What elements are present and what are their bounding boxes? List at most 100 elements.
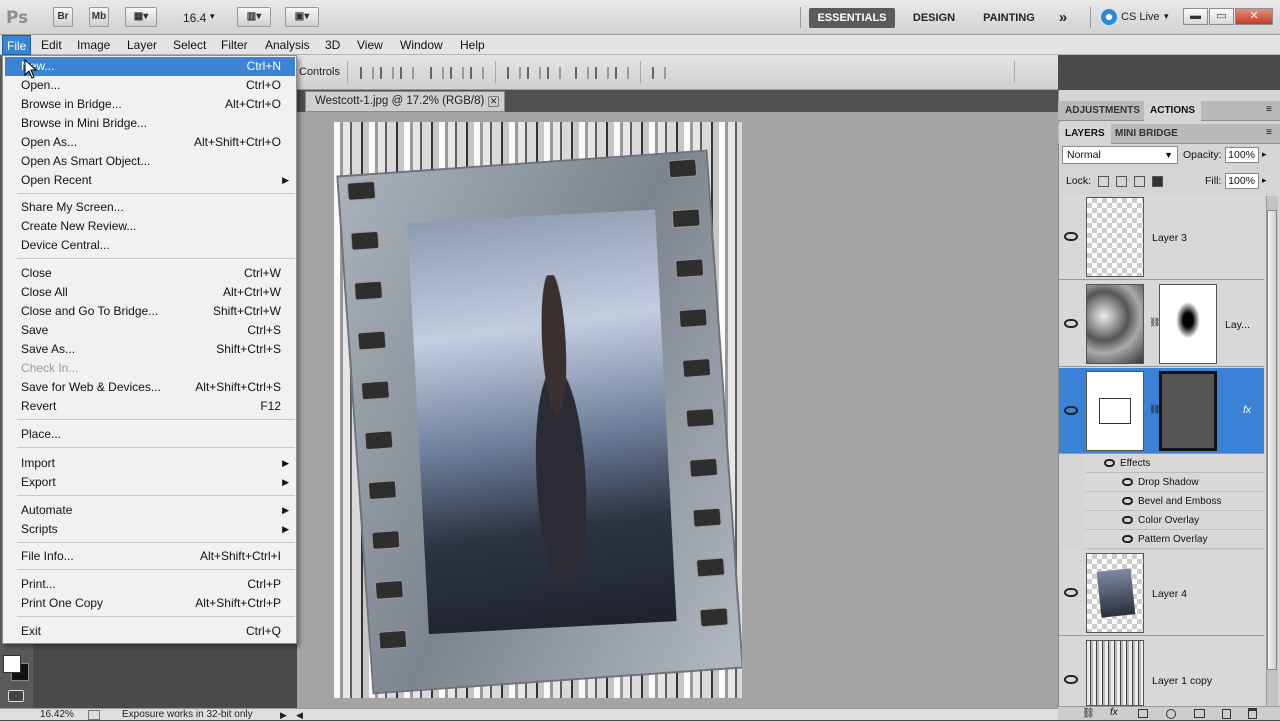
- distribute-right-icon[interactable]: [615, 67, 629, 79]
- eye-icon[interactable]: [1122, 535, 1133, 543]
- fill-arrow-icon[interactable]: ▸: [1262, 175, 1267, 186]
- menu-edit[interactable]: Edit: [37, 35, 66, 55]
- effect-row[interactable]: Color Overlay: [1086, 511, 1264, 530]
- blend-mode-select[interactable]: Normal ▼: [1062, 146, 1178, 164]
- align-top-icon[interactable]: [360, 67, 374, 79]
- foreground-color-swatch[interactable]: [3, 655, 21, 673]
- zoom-level-dropdown[interactable]: 16.4: [183, 11, 206, 25]
- menu-help[interactable]: Help: [456, 35, 489, 55]
- panel-menu-icon[interactable]: ≡: [1266, 127, 1272, 138]
- new-group-icon[interactable]: [1194, 709, 1205, 718]
- status-menu-arrow-icon[interactable]: ▶: [280, 709, 287, 721]
- link-layers-icon[interactable]: ⛓: [1082, 708, 1095, 719]
- align-right-icon[interactable]: [470, 67, 484, 79]
- menu-item-exit[interactable]: Exit Ctrl+Q: [5, 622, 295, 641]
- menu-layer[interactable]: Layer: [123, 35, 161, 55]
- quick-mask-icon[interactable]: [8, 690, 24, 702]
- menu-item-close-all[interactable]: Close All Alt+Ctrl+W: [5, 283, 295, 302]
- menu-image[interactable]: Image: [73, 35, 114, 55]
- menu-item-scripts[interactable]: Scripts ▶: [5, 520, 295, 539]
- workspace-painting[interactable]: PAINTING: [975, 8, 1043, 28]
- menu-item-close[interactable]: Close Ctrl+W: [5, 264, 295, 283]
- layers-scrollbar-thumb[interactable]: [1267, 210, 1277, 670]
- screen-mode-button[interactable]: ▣▾: [285, 7, 319, 27]
- menu-item-new[interactable]: New... Ctrl+N: [5, 57, 295, 76]
- workspace-essentials[interactable]: ESSENTIALS: [809, 8, 895, 28]
- menu-item-print[interactable]: Print... Ctrl+P: [5, 575, 295, 594]
- menu-item-export[interactable]: Export ▶: [5, 473, 295, 492]
- effect-row[interactable]: Bevel and Emboss: [1086, 492, 1264, 511]
- lock-transparent-icon[interactable]: [1098, 176, 1109, 187]
- restore-button[interactable]: ▭: [1209, 8, 1234, 25]
- minimize-button[interactable]: ▬: [1183, 8, 1208, 25]
- eye-icon[interactable]: [1122, 497, 1133, 505]
- layer-row[interactable]: ⛓ Lay...: [1059, 281, 1264, 367]
- tab-layers[interactable]: LAYERS: [1059, 124, 1111, 144]
- menu-item-create-review[interactable]: Create New Review...: [5, 217, 295, 236]
- layer-mask-thumbnail[interactable]: [1159, 371, 1217, 451]
- menu-item-automate[interactable]: Automate ▶: [5, 501, 295, 520]
- status-zoom[interactable]: 16.42%: [40, 709, 74, 721]
- align-bottom-icon[interactable]: [400, 67, 414, 79]
- fill-field[interactable]: 100%: [1225, 173, 1259, 189]
- panel-menu-icon[interactable]: ≡: [1266, 104, 1272, 115]
- view-extras-dropdown[interactable]: ▦▾: [125, 7, 157, 27]
- menu-item-revert[interactable]: Revert F12: [5, 397, 295, 416]
- tab-mini-bridge[interactable]: MINI BRIDGE: [1109, 124, 1184, 144]
- tab-adjustments[interactable]: ADJUSTMENTS: [1059, 101, 1146, 121]
- eye-icon[interactable]: [1104, 459, 1115, 467]
- layer-row-selected[interactable]: ⛓ fx: [1059, 368, 1264, 454]
- align-left-icon[interactable]: [430, 67, 444, 79]
- layer-row[interactable]: Layer 1 copy: [1059, 637, 1264, 707]
- menu-item-save-as[interactable]: Save As... Shift+Ctrl+S: [5, 340, 295, 359]
- align-horizontal-center-icon[interactable]: [450, 67, 464, 79]
- lock-position-icon[interactable]: [1134, 176, 1145, 187]
- eye-icon[interactable]: [1064, 232, 1078, 241]
- effects-row[interactable]: Effects: [1086, 454, 1264, 473]
- menu-item-place[interactable]: Place...: [5, 425, 295, 444]
- show-transform-controls-label[interactable]: Controls: [299, 66, 340, 78]
- scroll-left-icon[interactable]: ◀: [296, 709, 303, 721]
- menu-item-open-recent[interactable]: Open Recent ▶: [5, 171, 295, 190]
- align-vertical-center-icon[interactable]: [380, 67, 394, 79]
- cs-live-menu[interactable]: CS Live: [1121, 11, 1160, 23]
- status-info-icon[interactable]: [88, 710, 100, 720]
- distribute-vertical-center-icon[interactable]: [527, 67, 541, 79]
- trash-icon[interactable]: [1248, 708, 1257, 719]
- add-layer-style-icon[interactable]: fx: [1110, 707, 1118, 718]
- eye-icon[interactable]: [1064, 406, 1078, 415]
- menu-3d[interactable]: 3D: [321, 35, 344, 55]
- tab-actions[interactable]: ACTIONS: [1144, 101, 1201, 121]
- layer-row[interactable]: Layer 4: [1059, 550, 1264, 636]
- eye-icon[interactable]: [1064, 675, 1078, 684]
- menu-item-print-one-copy[interactable]: Print One Copy Alt+Shift+Ctrl+P: [5, 594, 295, 613]
- menu-item-open[interactable]: Open... Ctrl+O: [5, 76, 295, 95]
- layer-mask-thumbnail[interactable]: [1159, 284, 1217, 364]
- eye-icon[interactable]: [1064, 588, 1078, 597]
- bridge-button[interactable]: Br: [53, 7, 73, 27]
- layer-row[interactable]: Layer 3: [1059, 194, 1264, 280]
- adjustment-layer-icon[interactable]: [1166, 709, 1176, 719]
- opacity-arrow-icon[interactable]: ▸: [1262, 149, 1267, 160]
- menu-filter[interactable]: Filter: [217, 35, 252, 55]
- new-layer-icon[interactable]: [1222, 709, 1231, 719]
- eye-icon[interactable]: [1064, 319, 1078, 328]
- menu-view[interactable]: View: [353, 35, 387, 55]
- menu-item-save[interactable]: Save Ctrl+S: [5, 321, 295, 340]
- menu-item-browse-mini-bridge[interactable]: Browse in Mini Bridge...: [5, 114, 295, 133]
- workspace-design[interactable]: DESIGN: [903, 8, 965, 28]
- close-document-icon[interactable]: ✕: [488, 96, 499, 107]
- menu-analysis[interactable]: Analysis: [261, 35, 314, 55]
- effect-row[interactable]: Pattern Overlay: [1086, 530, 1264, 549]
- menu-item-file-info[interactable]: File Info... Alt+Shift+Ctrl+I: [5, 547, 295, 566]
- menu-window[interactable]: Window: [396, 35, 447, 55]
- menu-item-import[interactable]: Import ▶: [5, 454, 295, 473]
- close-window-button[interactable]: ✕: [1235, 8, 1273, 25]
- distribute-left-icon[interactable]: [575, 67, 589, 79]
- menu-file[interactable]: File: [2, 35, 32, 55]
- more-workspaces-icon[interactable]: »: [1052, 8, 1074, 28]
- distribute-bottom-icon[interactable]: [547, 67, 561, 79]
- menu-item-browse-bridge[interactable]: Browse in Bridge... Alt+Ctrl+O: [5, 95, 295, 114]
- menu-item-device-central[interactable]: Device Central...: [5, 236, 295, 255]
- effect-row[interactable]: Drop Shadow: [1086, 473, 1264, 492]
